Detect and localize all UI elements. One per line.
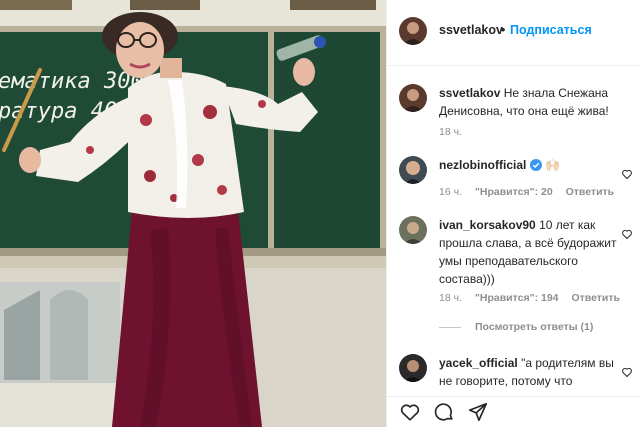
comment-username[interactable]: yacek_official — [439, 356, 518, 370]
follow-button[interactable]: Подписаться — [510, 23, 592, 37]
reply-button[interactable]: Ответить — [571, 292, 620, 304]
post-author-username[interactable]: ssvetlakov — [439, 23, 503, 37]
caption-username[interactable]: ssvetlakov — [439, 86, 500, 100]
comment-likes[interactable]: "Нравится": 194 — [475, 292, 559, 304]
comment-like-icon[interactable] — [621, 168, 633, 180]
post-header: ssvetlakov • Подписаться — [387, 0, 640, 66]
share-button[interactable] — [467, 401, 489, 423]
post-action-bar — [387, 396, 640, 427]
view-replies-label: Посмотреть ответы (1) — [475, 321, 594, 333]
comment-username[interactable]: ivan_korsakov90 — [439, 218, 536, 232]
verified-badge-icon — [529, 159, 542, 171]
replies-divider — [439, 326, 461, 328]
comment-body: ivan_korsakov90 10 лет как прошла слава,… — [439, 216, 619, 288]
comment-like-icon[interactable] — [621, 366, 633, 378]
caption-avatar[interactable] — [399, 84, 427, 112]
comment-avatar[interactable] — [399, 156, 427, 184]
comment-text: 🙌🏻 — [545, 158, 560, 172]
comment-time: 16 ч. — [439, 186, 462, 198]
teacher-photo: ематика 300 ратура 400 — [0, 0, 386, 427]
comment-likes[interactable]: "Нравится": 20 — [475, 186, 553, 198]
comment-meta: 18 ч. "Нравится": 194 Ответить — [439, 292, 630, 304]
avatar[interactable] — [399, 17, 427, 45]
comment-avatar[interactable] — [399, 216, 427, 244]
caption-time: 18 ч. — [439, 126, 462, 138]
comment-like-icon[interactable] — [621, 228, 633, 240]
comment-time: 18 ч. — [439, 292, 462, 304]
post-details-panel: ssvetlakov • Подписаться ssvetlakov Не з… — [386, 0, 640, 427]
comment-button[interactable] — [433, 401, 455, 423]
reply-button[interactable]: Ответить — [566, 186, 615, 198]
like-icon — [400, 404, 420, 421]
share-icon — [468, 402, 488, 422]
header-separator: • — [501, 23, 506, 37]
comment-body: yacek_official "а родителям вы не говори… — [439, 354, 619, 390]
comment-icon — [434, 403, 453, 421]
caption-body: ssvetlakov Не знала Снежана Денисовна, ч… — [439, 84, 619, 120]
comment-avatar[interactable] — [399, 354, 427, 382]
board-text-line1: ематика 300 — [0, 69, 144, 94]
comment-meta: 16 ч. "Нравится": 20 Ответить — [439, 186, 624, 198]
view-replies-button[interactable]: Посмотреть ответы (1) — [439, 321, 593, 333]
post-image[interactable]: ематика 300 ратура 400 — [0, 0, 386, 427]
caption-meta: 18 ч. — [439, 126, 472, 138]
comment-username[interactable]: nezlobinofficial — [439, 158, 526, 172]
like-button[interactable] — [399, 401, 421, 423]
comment-body: nezlobinofficial 🙌🏻 — [439, 156, 619, 174]
